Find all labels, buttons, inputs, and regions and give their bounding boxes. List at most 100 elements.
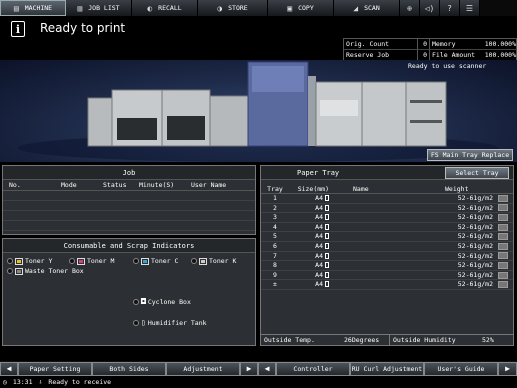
- select-tray-label: Select Tray: [455, 169, 499, 177]
- tray-paper-swatch: [493, 271, 513, 280]
- tray-table-header: Tray Size(mm) Name Weight: [261, 184, 513, 194]
- paper-swatch-icon: [498, 271, 508, 279]
- tray-number: 1: [273, 194, 277, 202]
- tray-weight: 52-61g/m2: [457, 213, 493, 222]
- tray-col-size: Size(mm): [297, 185, 329, 193]
- tab-scan-label: SCAN: [364, 4, 380, 12]
- arrow-left-icon: ◀: [6, 364, 12, 373]
- printer-diagram: [18, 61, 498, 162]
- adjustment-button[interactable]: Adjustment: [166, 361, 240, 376]
- tray-row[interactable]: 2 A4 52-61g/m2: [261, 204, 513, 214]
- waste-toner-indicator: Waste Toner Box: [7, 267, 84, 275]
- help-icon: ?: [447, 3, 452, 13]
- tray-name: [333, 213, 445, 222]
- tab-machine[interactable]: ▤ MACHINE: [0, 0, 66, 16]
- tray-size: A4: [289, 204, 333, 213]
- paper-swatch-icon: [498, 233, 508, 241]
- tray-row[interactable]: 5 A4 52-61g/m2: [261, 232, 513, 242]
- scroll-right-button-left[interactable]: ▶: [240, 361, 258, 376]
- paper-swatch-icon: [498, 194, 508, 202]
- toner-k-icon: [199, 257, 207, 265]
- tray-row[interactable]: ± A4 52-61g/m2: [261, 280, 513, 290]
- fs-main-tray-replace-button[interactable]: FS Main Tray Replace: [427, 149, 513, 161]
- tray-row[interactable]: 4 A4 52-61g/m2: [261, 223, 513, 233]
- paper-swatch-icon: [498, 242, 508, 250]
- tray-number: 9: [273, 270, 277, 279]
- humidifier-tank-label: Humidifier Tank: [147, 318, 207, 327]
- menu-button[interactable]: ☰: [460, 0, 480, 16]
- humidifier-tank-indicator: ▯ Humidifier Tank: [133, 318, 207, 327]
- tray-weight: 52-61g/m2: [457, 222, 493, 231]
- job-row[interactable]: [3, 221, 255, 231]
- job-row[interactable]: [3, 191, 255, 201]
- paper-orientation-icon: [325, 214, 329, 221]
- job-col-no: No.: [9, 181, 21, 189]
- select-tray-button[interactable]: Select Tray: [445, 167, 509, 179]
- tray-col-weight: Weight: [445, 185, 469, 193]
- both-sides-button[interactable]: Both Sides: [92, 361, 166, 376]
- tray-size-value: A4: [315, 194, 323, 202]
- paper-orientation-icon: [325, 195, 329, 201]
- status-dot-icon: [133, 298, 139, 305]
- tray-weight: 52-61g/m2: [457, 232, 493, 241]
- scroll-left-button[interactable]: ◀: [0, 361, 18, 376]
- tray-name: [333, 194, 445, 203]
- tray-size-value: A4: [315, 280, 323, 289]
- toner-y-label: Toner Y: [25, 257, 53, 265]
- toner-k-label: Toner K: [209, 257, 237, 265]
- paper-orientation-icon: [325, 223, 329, 230]
- job-table-header: No. Mode Status Minute(S) User Name: [3, 180, 255, 191]
- job-col-mode: Mode: [61, 181, 77, 189]
- status-dot-icon: [191, 258, 197, 264]
- tray-size-value: A4: [315, 270, 323, 279]
- controller-button[interactable]: Controller: [276, 361, 350, 376]
- paper-setting-button[interactable]: Paper Setting: [18, 361, 92, 376]
- globe-button[interactable]: ⊕: [400, 0, 420, 16]
- tray-row[interactable]: 8 A4 52-61g/m2: [261, 261, 513, 271]
- tray-size: A4: [289, 271, 333, 280]
- toner-m-label: Toner M: [87, 257, 115, 265]
- tab-scan[interactable]: ◢ SCAN: [334, 0, 400, 16]
- tray-size: A4: [289, 280, 333, 289]
- toner-m-indicator: Toner M: [69, 257, 114, 265]
- toner-y-indicator: Toner Y: [7, 257, 52, 265]
- tray-row[interactable]: 7 A4 52-61g/m2: [261, 252, 513, 262]
- tray-row[interactable]: 3 A4 52-61g/m2: [261, 213, 513, 223]
- tray-number: 2: [273, 203, 277, 212]
- memory-row: Memory 100.000%: [430, 39, 517, 50]
- job-row[interactable]: [3, 211, 255, 221]
- bottom-bar: ◀ Paper Setting Both Sides Adjustment ▶ …: [0, 361, 517, 376]
- job-row[interactable]: [3, 201, 255, 211]
- scroll-left-button-right[interactable]: ◀: [258, 361, 276, 376]
- tray-name: [333, 261, 445, 270]
- paper-swatch-icon: [498, 261, 508, 269]
- tab-job-list[interactable]: ▥ JOB LIST: [66, 0, 132, 16]
- copy-icon: ▣: [287, 3, 293, 13]
- help-button[interactable]: ?: [440, 0, 460, 16]
- tab-store[interactable]: ◑ STORE: [198, 0, 268, 16]
- volume-button[interactable]: ◁): [420, 0, 440, 16]
- consumables-panel: Consumable and Scrap Indicators Toner Y …: [2, 238, 256, 346]
- ru-curl-adjustment-button[interactable]: RU Curl Adjustment: [350, 361, 424, 376]
- tray-weight: 52-61g/m2: [457, 203, 493, 212]
- receive-status: Ready to receive: [48, 378, 112, 386]
- scroll-right-button[interactable]: ▶: [498, 361, 517, 376]
- toner-k-indicator: Toner K: [191, 257, 236, 265]
- tray-name: [333, 232, 445, 241]
- tray-paper-swatch: [493, 280, 513, 289]
- tray-weight: 52-61g/m2: [457, 270, 493, 279]
- tab-copy[interactable]: ▣ COPY: [268, 0, 334, 16]
- tray-weight: 52-61g/m2: [457, 261, 493, 270]
- tray-row[interactable]: 1 A4 52-61g/m2: [261, 194, 513, 204]
- tray-row[interactable]: 6 A4 52-61g/m2: [261, 242, 513, 252]
- users-guide-button[interactable]: User's Guide: [424, 361, 498, 376]
- tab-recall[interactable]: ◐ RECALL: [132, 0, 198, 16]
- status-dot-icon: [133, 319, 139, 326]
- paper-swatch-icon: [498, 223, 508, 231]
- paper-orientation-icon: [325, 271, 329, 278]
- job-panel: Job No. Mode Status Minute(S) User Name: [2, 165, 256, 235]
- tray-size-value: A4: [315, 222, 323, 231]
- job-list: [3, 191, 255, 231]
- arrow-right-icon: ▶: [246, 364, 252, 373]
- tray-row[interactable]: 9 A4 52-61g/m2: [261, 271, 513, 281]
